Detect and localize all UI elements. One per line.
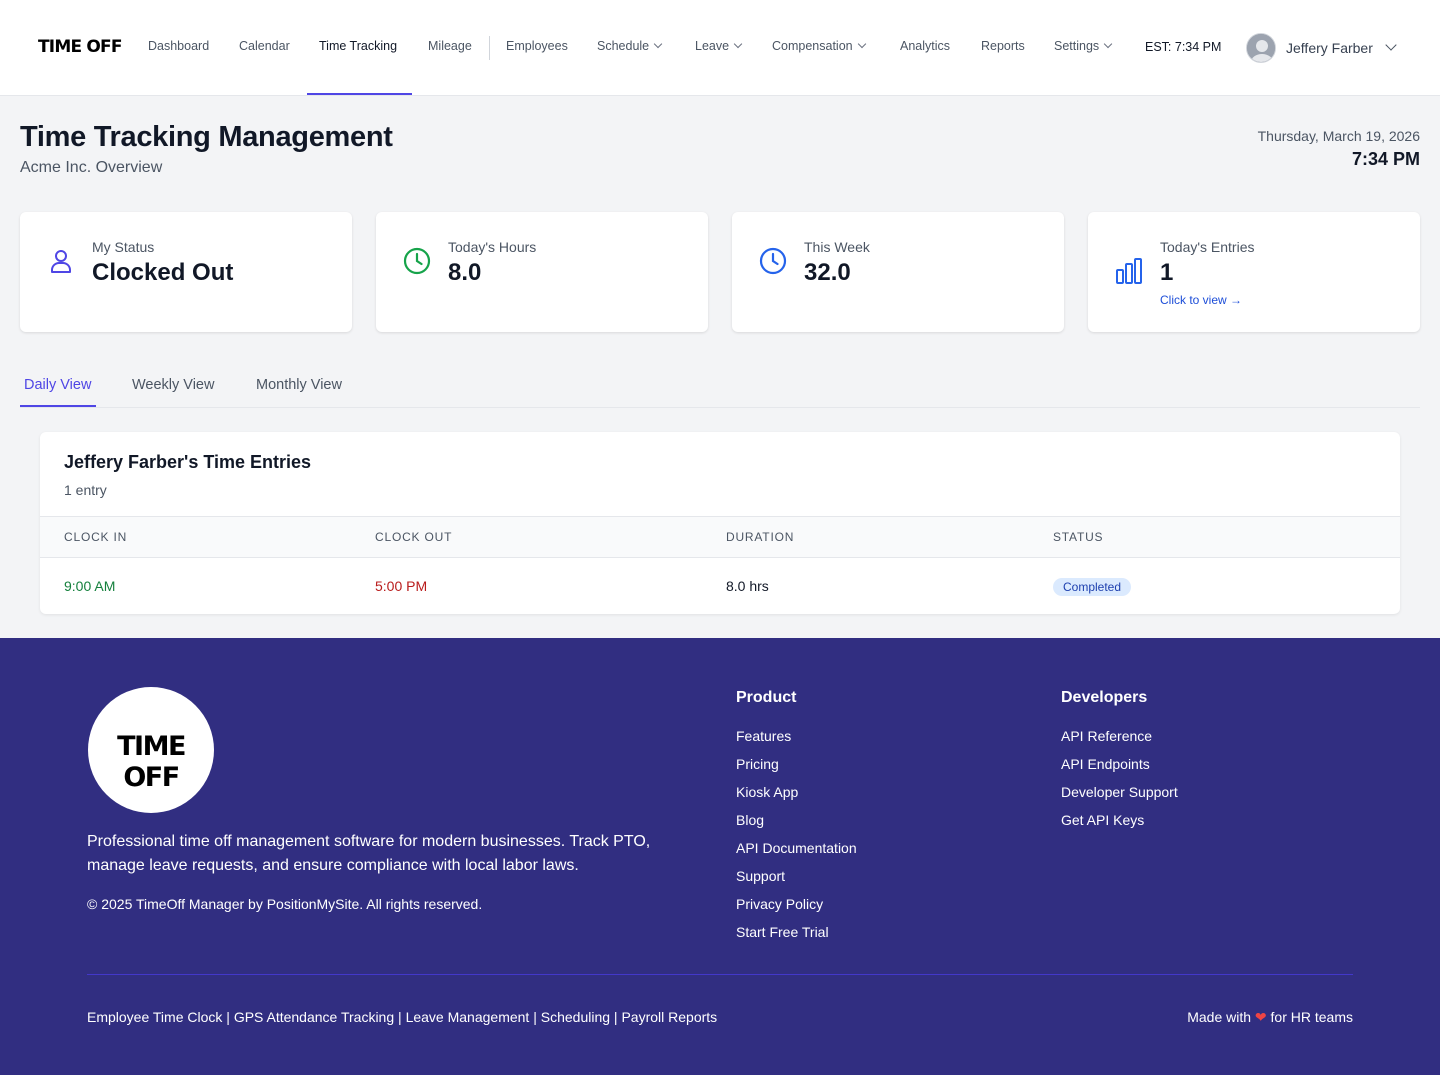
nav-item-reports[interactable]: Reports bbox=[981, 39, 1025, 53]
footer-logo-text: TIME OFF bbox=[117, 731, 186, 793]
nav-item-calendar[interactable]: Calendar bbox=[239, 39, 290, 53]
clock-icon bbox=[759, 247, 787, 275]
chevron-down-icon bbox=[857, 39, 866, 49]
time-entries-panel: Jeffery Farber's Time Entries 1 entry CL… bbox=[40, 432, 1400, 614]
column-header-status: STATUS bbox=[1053, 530, 1104, 544]
tab-daily-view[interactable]: Daily View bbox=[24, 377, 91, 393]
column-header-duration: DURATION bbox=[726, 530, 795, 544]
current-time-clock: EST: 7:34 PM bbox=[1145, 40, 1222, 54]
footer-link-get-api-keys[interactable]: Get API Keys bbox=[1061, 812, 1144, 828]
tab-weekly-view[interactable]: Weekly View bbox=[132, 377, 214, 393]
stat-label: This Week bbox=[804, 239, 870, 255]
stat-label: Today's Entries bbox=[1160, 239, 1255, 255]
nav-item-analytics[interactable]: Analytics bbox=[900, 39, 950, 53]
nav-divider bbox=[489, 36, 490, 60]
footer-product-title: Product bbox=[736, 689, 797, 706]
made-with-prefix: Made with bbox=[1187, 1009, 1252, 1025]
footer-link-kiosk-app[interactable]: Kiosk App bbox=[736, 784, 798, 800]
nav-item-compensation[interactable]: Compensation bbox=[772, 39, 866, 53]
stat-value: Clocked Out bbox=[92, 259, 234, 286]
footer-made-with: Made with ❤ for HR teams bbox=[1187, 1009, 1353, 1026]
footer-link-support[interactable]: Support bbox=[736, 868, 785, 884]
bar-chart-icon bbox=[1116, 258, 1142, 284]
footer-link-developer-support[interactable]: Developer Support bbox=[1061, 784, 1178, 800]
footer-link-api-reference[interactable]: API Reference bbox=[1061, 728, 1152, 744]
nav-item-label: Schedule bbox=[597, 39, 650, 53]
chevron-down-icon bbox=[653, 39, 663, 49]
stat-value: 8.0 bbox=[448, 259, 482, 286]
avatar[interactable] bbox=[1246, 33, 1276, 63]
active-nav-indicator bbox=[307, 93, 412, 95]
clock-out-value: 5:00 PM bbox=[375, 578, 428, 594]
footer-developers-title: Developers bbox=[1061, 689, 1148, 706]
user-silhouette-icon bbox=[1247, 34, 1275, 62]
stat-card-my-status: My Status Clocked Out bbox=[20, 212, 352, 332]
footer-link-scheduling[interactable]: Scheduling bbox=[541, 1009, 610, 1025]
nav-item-mileage[interactable]: Mileage bbox=[428, 39, 472, 53]
nav-item-leave[interactable]: Leave bbox=[695, 39, 743, 53]
status-badge: Completed bbox=[1053, 578, 1132, 596]
nav-item-schedule[interactable]: Schedule bbox=[597, 39, 663, 53]
page-title: Time Tracking Management bbox=[20, 121, 393, 153]
heart-icon: ❤ bbox=[1254, 1009, 1267, 1025]
nav-item-employees[interactable]: Employees bbox=[506, 39, 568, 53]
click-to-view-link[interactable]: Click to view → bbox=[1160, 293, 1242, 307]
footer-link-employee-time-clock[interactable]: Employee Time Clock bbox=[87, 1009, 222, 1025]
user-icon bbox=[51, 250, 71, 273]
top-navigation: TIME OFF Dashboard Calendar Time Trackin… bbox=[0, 0, 1440, 96]
duration-value: 8.0 hrs bbox=[726, 578, 769, 594]
nav-item-settings[interactable]: Settings bbox=[1054, 39, 1113, 53]
stat-value: 1 bbox=[1160, 259, 1174, 286]
stat-card-this-week: This Week 32.0 bbox=[732, 212, 1064, 332]
made-with-suffix: for HR teams bbox=[1270, 1009, 1353, 1025]
footer-seo-links: Employee Time Clock | GPS Attendance Tra… bbox=[87, 1009, 718, 1025]
footer-logo[interactable]: TIME OFF bbox=[88, 687, 214, 813]
footer-copyright: © 2025 TimeOff Manager by PositionMySite… bbox=[87, 896, 483, 912]
footer-link-pricing[interactable]: Pricing bbox=[736, 756, 779, 772]
stat-label: Today's Hours bbox=[448, 239, 537, 255]
chevron-down-icon bbox=[733, 39, 743, 49]
nav-item-dashboard[interactable]: Dashboard bbox=[148, 39, 209, 53]
footer-link-blog[interactable]: Blog bbox=[736, 812, 764, 828]
stat-card-todays-hours: Today's Hours 8.0 bbox=[376, 212, 708, 332]
clock-icon bbox=[403, 247, 431, 275]
tabs-divider bbox=[20, 407, 1420, 408]
column-header-clock-in: CLOCK IN bbox=[64, 530, 128, 544]
clock-in-value: 9:00 AM bbox=[64, 578, 116, 594]
time-entries-count: 1 entry bbox=[64, 482, 107, 498]
footer-link-api-documentation[interactable]: API Documentation bbox=[736, 840, 857, 856]
footer-link-payroll-reports[interactable]: Payroll Reports bbox=[621, 1009, 717, 1025]
stat-card-todays-entries[interactable]: Today's Entries 1 Click to view → bbox=[1088, 212, 1420, 332]
site-footer: TIME OFF Professional time off managemen… bbox=[0, 638, 1440, 1075]
footer-divider bbox=[87, 974, 1353, 975]
nav-item-time-tracking[interactable]: Time Tracking bbox=[319, 39, 397, 53]
footer-link-start-free-trial[interactable]: Start Free Trial bbox=[736, 924, 829, 940]
column-header-clock-out: CLOCK OUT bbox=[375, 530, 453, 544]
time-entries-title: Jeffery Farber's Time Entries bbox=[64, 452, 312, 472]
user-menu-chevron-icon[interactable] bbox=[1385, 39, 1397, 51]
user-menu-name[interactable]: Jeffery Farber bbox=[1286, 40, 1373, 56]
stat-value: 32.0 bbox=[804, 259, 851, 286]
current-date: Thursday, March 19, 2026 bbox=[1257, 128, 1420, 144]
chevron-down-icon bbox=[1103, 39, 1113, 49]
nav-item-label: Leave bbox=[695, 39, 730, 53]
footer-link-api-endpoints[interactable]: API Endpoints bbox=[1061, 756, 1150, 772]
footer-link-privacy-policy[interactable]: Privacy Policy bbox=[736, 896, 823, 912]
stat-label: My Status bbox=[92, 239, 155, 255]
page-subtitle: Acme Inc. Overview bbox=[20, 159, 163, 176]
table-header: CLOCK IN CLOCK OUT DURATION STATUS bbox=[40, 516, 1400, 558]
footer-link-leave-management[interactable]: Leave Management bbox=[406, 1009, 530, 1025]
nav-item-label: Settings bbox=[1054, 39, 1100, 53]
footer-description: Professional time off management softwar… bbox=[87, 833, 651, 874]
active-tab-indicator bbox=[20, 405, 96, 407]
tab-monthly-view[interactable]: Monthly View bbox=[256, 377, 342, 393]
app-logo[interactable]: TIME OFF bbox=[38, 37, 122, 57]
current-time: 7:34 PM bbox=[1351, 149, 1420, 169]
footer-link-gps-attendance[interactable]: GPS Attendance Tracking bbox=[234, 1009, 394, 1025]
footer-link-features[interactable]: Features bbox=[736, 728, 791, 744]
nav-item-label: Compensation bbox=[772, 39, 853, 53]
